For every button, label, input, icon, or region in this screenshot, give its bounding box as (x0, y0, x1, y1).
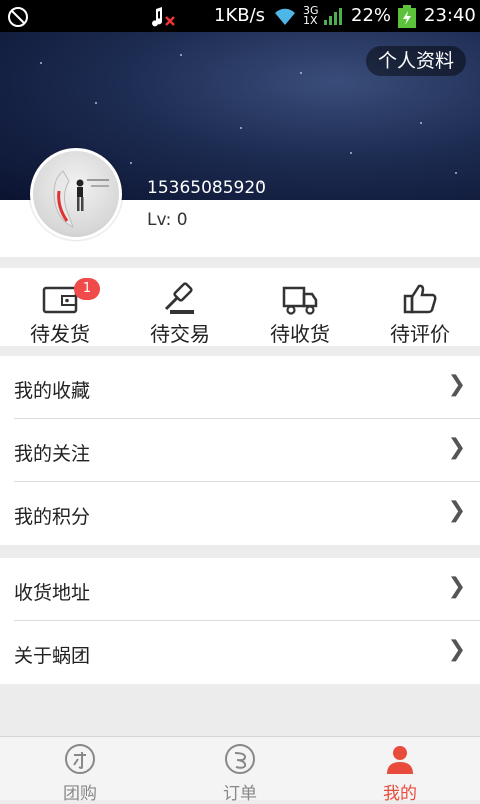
order-badge: 1 (74, 278, 100, 300)
menu-item-label: 我的积分 (14, 506, 91, 528)
menu-group-2: 收货地址 ❯ 关于蜗团 ❯ (0, 558, 480, 684)
profile-button[interactable]: 个人资料 (365, 46, 466, 76)
menu-item-address[interactable]: 收货地址 ❯ (14, 558, 480, 621)
battery-icon (397, 5, 417, 35)
order-item-label: 待交易 (150, 322, 210, 346)
order-item-label: 待发货 (30, 322, 90, 346)
signal-icon (323, 5, 345, 33)
bottom-tab-bar: 团购 订单 我的 (0, 736, 480, 804)
avatar[interactable] (30, 148, 122, 240)
network-type: 3G 1X (303, 4, 319, 27)
tab-label: 订单 (223, 784, 257, 804)
clock: 23:40 (424, 5, 476, 26)
chevron-right-icon: ❯ (447, 372, 466, 397)
chevron-right-icon: ❯ (447, 637, 466, 662)
no-sim-icon (6, 5, 30, 35)
user-level: Lv: 0 (147, 210, 188, 230)
chevron-right-icon: ❯ (447, 435, 466, 460)
menu-item-label: 关于蜗团 (14, 645, 91, 667)
status-bar: 1KB/s 3G 1X 22% 23:40 (0, 0, 480, 32)
tab-label: 我的 (383, 784, 417, 804)
tab-label: 团购 (63, 784, 97, 804)
order-item-to-ship[interactable]: 1 待发货 (0, 268, 120, 346)
thumbs-up-icon (402, 282, 438, 316)
network-speed: 1KB/s (214, 5, 266, 26)
order-item-to-trade[interactable]: 待交易 (120, 268, 240, 346)
chevron-right-icon: ❯ (447, 574, 466, 599)
menu-item-label: 我的关注 (14, 443, 91, 465)
tab-group-buy[interactable]: 团购 (0, 737, 160, 804)
order-status-strip: 1 待发货 待交易 待收货 待评价 (0, 268, 480, 346)
order-icon (224, 743, 256, 775)
gavel-icon (162, 282, 198, 316)
wallet-icon (42, 282, 78, 316)
truck-icon (282, 282, 318, 316)
tab-orders[interactable]: 订单 (160, 737, 320, 804)
user-phone: 15365085920 (147, 178, 266, 198)
order-item-label: 待评价 (390, 322, 450, 346)
menu-item-points[interactable]: 我的积分 ❯ (14, 482, 480, 545)
menu-item-label: 收货地址 (14, 582, 91, 604)
menu-item-label: 我的收藏 (14, 380, 91, 402)
menu-item-following[interactable]: 我的关注 ❯ (14, 419, 480, 482)
menu-item-favorites[interactable]: 我的收藏 ❯ (14, 356, 480, 419)
group-buy-icon (64, 743, 96, 775)
menu-group-1: 我的收藏 ❯ 我的关注 ❯ 我的积分 ❯ (0, 356, 480, 545)
order-item-to-receive[interactable]: 待收货 (240, 268, 360, 346)
order-item-label: 待收货 (270, 322, 330, 346)
menu-item-about[interactable]: 关于蜗团 ❯ (14, 621, 480, 684)
wifi-icon (272, 5, 298, 33)
chevron-right-icon: ❯ (447, 498, 466, 523)
tab-mine[interactable]: 我的 (320, 737, 480, 804)
user-icon (384, 743, 416, 775)
music-muted-icon (148, 5, 176, 35)
battery-percent: 22% (351, 5, 392, 26)
order-item-to-review[interactable]: 待评价 (360, 268, 480, 346)
